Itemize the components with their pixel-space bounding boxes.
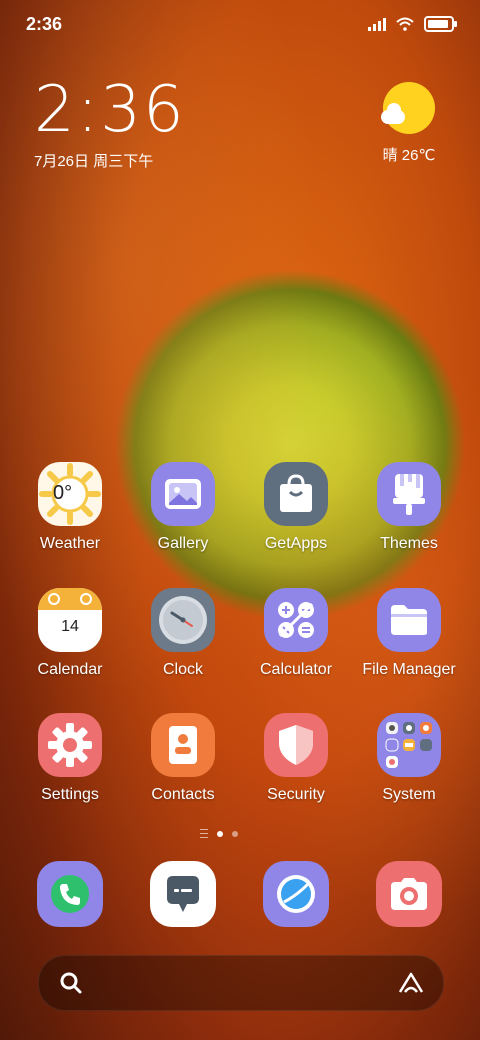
app-label: Security [267,786,325,803]
app-label: Gallery [157,535,209,552]
page-dot[interactable] [232,830,238,837]
folder-system[interactable]: System [353,713,465,804]
app-label: GetApps [264,535,328,552]
wifi-icon [396,17,414,31]
weather-text: 晴 26℃ [382,147,436,164]
app-weather[interactable]: 0° Weather [14,462,126,553]
app-themes[interactable]: Themes [353,462,465,553]
app-label: File Manager [362,661,456,678]
status-time: 2:36 [26,14,63,34]
status-bar: 2:36 [0,0,480,50]
app-label: Themes [380,535,438,552]
assistant-icon[interactable] [397,971,425,995]
app-security[interactable]: Security [240,713,352,804]
camera-icon[interactable] [376,861,442,927]
weather-icon: 0° [38,462,102,526]
battery-icon [424,16,457,32]
app-label: System [382,786,436,803]
page-indicator[interactable] [200,829,238,838]
clock-icon [151,588,215,652]
app-label: Weather [39,535,101,552]
app-contacts[interactable]: Contacts [127,713,239,804]
gallery-icon [151,462,215,526]
app-label: Calculator [259,661,333,678]
app-calendar[interactable]: 14 Calendar [14,588,126,679]
app-gallery[interactable]: Gallery [127,462,239,553]
security-icon [264,713,328,777]
calendar-day: 14 [61,618,79,635]
weather-widget[interactable]: 晴 26℃ [374,82,444,165]
calculator-icon [264,588,328,652]
app-settings[interactable]: Settings [14,713,126,804]
signal-icon [368,17,386,31]
partly-sunny-icon [381,82,435,134]
browser-icon[interactable] [263,861,329,927]
status-icons [368,16,457,32]
themes-icon [377,462,441,526]
weather-icon-temp: 0° [53,482,73,504]
app-label: Clock [162,661,203,678]
app-calculator[interactable]: Calculator [240,588,352,679]
app-file-manager[interactable]: File Manager [353,588,465,679]
app-label: Contacts [151,786,215,803]
file-manager-icon [377,588,441,652]
getapps-icon [264,462,328,526]
search-icon[interactable] [59,971,83,995]
settings-icon [38,713,102,777]
app-label: Calendar [37,661,103,678]
app-label: Settings [41,786,99,803]
widget-time: 2:36 [34,73,186,147]
clock-widget[interactable]: 2:36 7月26日 周三下午 [34,78,186,171]
phone-icon[interactable] [37,861,103,927]
feed-page-icon[interactable] [200,829,208,838]
widget-date: 7月26日 周三下午 [34,153,154,170]
page-dot-active[interactable] [217,830,223,837]
messages-icon[interactable] [150,861,216,927]
app-getapps[interactable]: GetApps [240,462,352,553]
contacts-icon [151,713,215,777]
app-clock[interactable]: Clock [127,588,239,679]
search-bar[interactable] [38,955,444,1011]
system-folder-icon [377,713,441,777]
calendar-icon: 14 [38,588,102,652]
